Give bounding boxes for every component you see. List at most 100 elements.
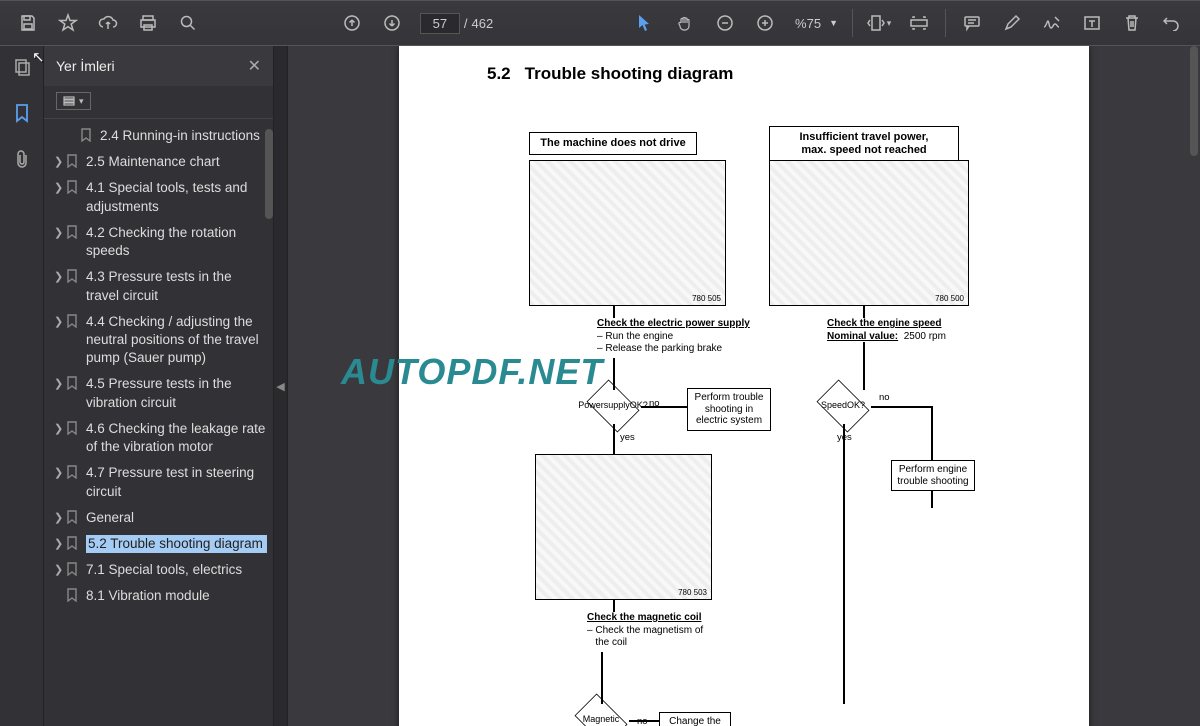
star-icon[interactable] <box>50 5 86 41</box>
bookmark-label: 4.2 Checking the rotation speeds <box>86 224 267 260</box>
flowchart-title-box: Insufficient travel power,max. speed not… <box>769 126 959 161</box>
chevron-right-icon[interactable]: ❯ <box>54 422 66 437</box>
chevron-right-icon[interactable]: ❯ <box>54 155 66 170</box>
page-number: / 462 <box>420 13 493 34</box>
bookmark-options-button[interactable]: ▾ <box>56 92 91 110</box>
bookmark-label: 7.1 Special tools, electrics <box>86 561 267 579</box>
delete-icon[interactable] <box>1114 5 1150 41</box>
page-heading: 5.2Trouble shooting diagram <box>427 64 1061 84</box>
bookmark-item[interactable]: ❯ 4.7 Pressure test in steering circuit <box>52 460 273 504</box>
hand-tool-icon[interactable] <box>667 5 703 41</box>
chevron-right-icon[interactable]: ❯ <box>54 226 66 241</box>
bookmark-item[interactable]: ❯ 7.1 Special tools, electrics <box>52 557 273 583</box>
bookmark-label: 4.6 Checking the leakage rate of the vib… <box>86 420 267 456</box>
bookmark-label: 2.4 Running-in instructions <box>100 127 267 145</box>
caret-down-icon: ▾ <box>887 18 892 29</box>
document-viewer[interactable]: 5.2Trouble shooting diagram AUTOPDF.NET … <box>288 46 1200 726</box>
zoom-search-icon[interactable] <box>170 5 206 41</box>
page-up-icon[interactable] <box>334 5 370 41</box>
zoom-dropdown[interactable]: %75▼ <box>793 16 838 31</box>
pages-panel-icon[interactable] <box>4 54 40 80</box>
bookmark-label: 4.7 Pressure test in steering circuit <box>86 464 267 500</box>
text-select-icon[interactable] <box>1074 5 1110 41</box>
bookmark-icon <box>66 421 80 435</box>
page-current-input[interactable] <box>420 13 460 34</box>
bookmark-icon <box>66 154 80 168</box>
bookmarks-panel-icon[interactable] <box>4 100 40 126</box>
page-sep: / <box>464 16 468 31</box>
print-icon[interactable] <box>130 5 166 41</box>
bookmark-item[interactable]: ❯ 5.2 Trouble shooting diagram <box>52 531 273 557</box>
zoom-out-icon[interactable] <box>707 5 743 41</box>
bookmark-item[interactable]: ❯ 4.5 Pressure tests in the vibration cir… <box>52 371 273 415</box>
bookmark-label: 5.2 Trouble shooting diagram <box>86 535 267 553</box>
bookmark-icon <box>80 128 94 142</box>
flowchart-process: Change the <box>659 712 731 726</box>
bookmark-icon <box>66 562 80 576</box>
bookmark-item[interactable]: ❯ 2.5 Maintenance chart <box>52 149 273 175</box>
bookmark-icon <box>66 269 80 283</box>
chevron-right-icon[interactable]: ❯ <box>54 315 66 330</box>
flowchart-label: no <box>879 392 890 403</box>
fit-page-icon[interactable]: ▾ <box>861 5 897 41</box>
flowchart-note: Check the magnetic coil– Check the magne… <box>587 612 737 650</box>
chevron-right-icon[interactable]: ❯ <box>54 270 66 285</box>
bookmark-icon <box>66 225 80 239</box>
bookmark-label: 2.5 Maintenance chart <box>86 153 267 171</box>
flowchart-title-box: The machine does not drive <box>529 132 697 155</box>
save-icon[interactable] <box>10 5 46 41</box>
chevron-right-icon[interactable]: ❯ <box>54 377 66 392</box>
bookmark-item[interactable]: ❯ 4.3 Pressure tests in the travel circui… <box>52 264 273 308</box>
page-total: 462 <box>471 16 493 31</box>
comment-icon[interactable] <box>954 5 990 41</box>
select-tool-icon[interactable] <box>627 5 663 41</box>
bookmark-icon <box>66 510 80 524</box>
chevron-right-icon[interactable]: ❯ <box>54 511 66 526</box>
scrollbar-thumb[interactable] <box>265 129 273 219</box>
chevron-right-icon[interactable]: ❯ <box>54 537 66 552</box>
bookmark-item[interactable]: 2.4 Running-in instructions <box>52 123 273 149</box>
close-icon[interactable]: ✕ <box>248 56 261 76</box>
bookmark-icon <box>66 588 80 602</box>
cloud-upload-icon[interactable] <box>90 5 126 41</box>
bookmark-item[interactable]: ❯ 4.1 Special tools, tests and adjustment… <box>52 175 273 219</box>
flowchart-note: Check the electric power supply– Run the… <box>597 318 767 356</box>
sidebar-collapse-handle[interactable]: ◀ <box>274 46 288 726</box>
left-rail <box>0 46 44 726</box>
pdf-page: 5.2Trouble shooting diagram AUTOPDF.NET … <box>399 46 1089 726</box>
bookmark-item[interactable]: ❯ 4.4 Checking / adjusting the neutral po… <box>52 309 273 372</box>
bookmark-label: 4.5 Pressure tests in the vibration circ… <box>86 375 267 411</box>
bookmark-item[interactable]: 8.1 Vibration module <box>52 583 273 609</box>
diagram-image <box>529 160 726 306</box>
bookmark-label: 4.1 Special tools, tests and adjustments <box>86 179 267 215</box>
flowchart-label: yes <box>620 432 635 443</box>
highlight-icon[interactable] <box>994 5 1030 41</box>
attachments-panel-icon[interactable] <box>4 146 40 172</box>
chevron-right-icon[interactable]: ❯ <box>54 563 66 578</box>
bookmark-icon <box>66 180 80 194</box>
chevron-right-icon[interactable]: ❯ <box>54 466 66 481</box>
zoom-in-icon[interactable] <box>747 5 783 41</box>
fit-width-icon[interactable] <box>901 5 937 41</box>
bookmark-label: General <box>86 509 267 527</box>
bookmark-list[interactable]: 2.4 Running-in instructions ❯ 2.5 Maintena… <box>44 119 273 726</box>
bookmark-label: 4.3 Pressure tests in the travel circuit <box>86 268 267 304</box>
page-down-icon[interactable] <box>374 5 410 41</box>
bookmark-item[interactable]: ❯ General <box>52 505 273 531</box>
caret-down-icon: ▼ <box>829 18 838 28</box>
viewer-scrollbar-thumb[interactable] <box>1190 46 1198 156</box>
bookmark-label: 8.1 Vibration module <box>86 587 267 605</box>
chevron-right-icon[interactable]: ❯ <box>54 181 66 196</box>
bookmark-icon <box>66 314 80 328</box>
diagram-image <box>769 160 969 306</box>
signature-icon[interactable] <box>1034 5 1070 41</box>
bookmark-icon <box>66 465 80 479</box>
bookmark-item[interactable]: ❯ 4.2 Checking the rotation speeds <box>52 220 273 264</box>
bookmark-icon <box>66 536 80 550</box>
bookmark-item[interactable]: ❯ 4.6 Checking the leakage rate of the vi… <box>52 416 273 460</box>
diagram-image <box>535 454 712 600</box>
bookmark-label: 4.4 Checking / adjusting the neutral pos… <box>86 313 267 368</box>
undo-icon[interactable] <box>1154 5 1190 41</box>
flowchart-decision: SpeedOK? <box>815 386 871 426</box>
sidebar-title: Yer İmleri <box>56 58 115 74</box>
